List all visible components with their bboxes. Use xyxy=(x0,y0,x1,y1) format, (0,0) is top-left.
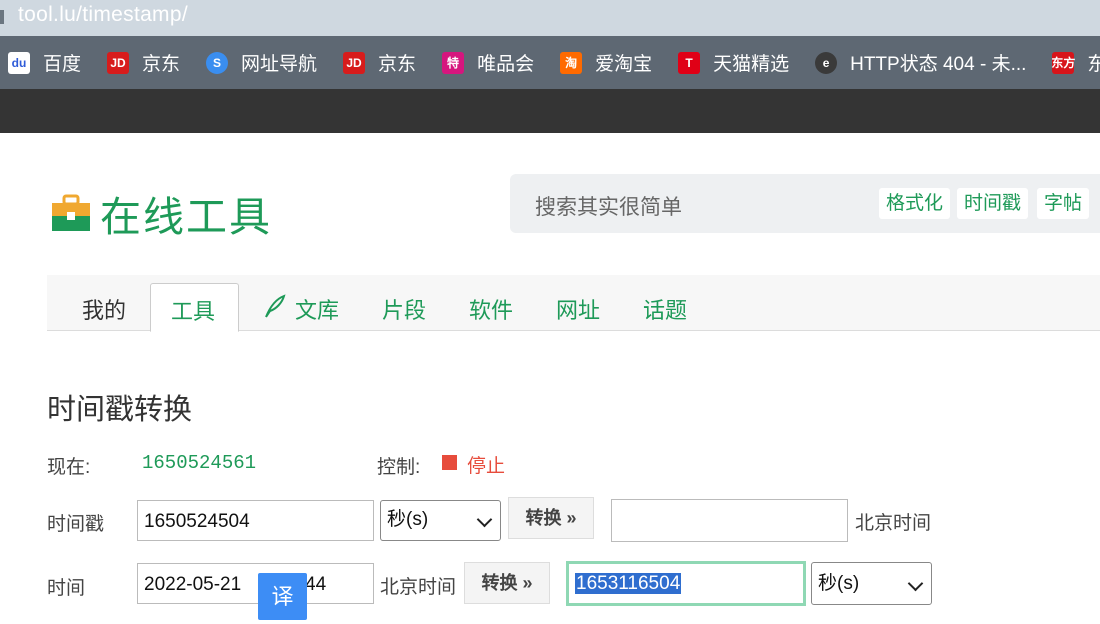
timezone-label: 北京时间 xyxy=(855,513,932,534)
bookmark-label: 京东 xyxy=(378,54,417,75)
bookmark-item[interactable]: T 天猫精选 xyxy=(678,49,789,76)
search-bar[interactable]: 搜索其实很简单 格式化 时间戳 字帖 xyxy=(510,174,1100,233)
site-info-icon[interactable] xyxy=(0,10,4,24)
site-logo[interactable]: 在线工具 xyxy=(52,183,272,243)
bookmark-label: 唯品会 xyxy=(477,54,535,75)
selected-text: 1653116504 xyxy=(575,573,682,594)
jd-icon: JD xyxy=(343,51,366,74)
address-bar[interactable]: tool.lu/timestamp/ xyxy=(0,0,1100,36)
main-nav: 我的 工具 文库 片段 软件 网址 话题 xyxy=(47,275,1100,332)
unit-value: 秒(s) xyxy=(387,509,429,530)
stop-icon[interactable] xyxy=(442,455,457,470)
vip-icon: 特 xyxy=(442,51,465,74)
bookmark-label: 京东 xyxy=(142,54,181,75)
nav-links[interactable]: 网址 xyxy=(556,293,600,325)
nav-snippets[interactable]: 片段 xyxy=(382,293,426,325)
tmall-icon: T xyxy=(678,51,701,74)
toolbar-strip xyxy=(0,89,1100,133)
url-text[interactable]: tool.lu/timestamp/ xyxy=(18,3,188,27)
datetime-value: 2022-05-21 xyxy=(144,574,242,595)
timestamp-input[interactable]: 1650524504 xyxy=(137,500,374,541)
nav-software[interactable]: 软件 xyxy=(469,293,513,325)
chip-format[interactable]: 格式化 xyxy=(879,188,951,219)
bookmark-item[interactable]: JD 京东 xyxy=(343,49,416,76)
stop-button[interactable]: 停止 xyxy=(467,451,505,478)
nav-mine[interactable]: 我的 xyxy=(82,293,126,325)
datetime-label: 时间 xyxy=(47,578,86,599)
page-title: 时间戳转换 xyxy=(47,394,193,426)
datetime-input[interactable]: 2022-05-21 1:44 xyxy=(137,563,374,604)
dftt-icon: 东方 xyxy=(1051,51,1075,74)
bookmark-item[interactable]: e HTTP状态 404 - 未... xyxy=(815,49,1026,76)
unit-value-2: 秒(s) xyxy=(818,573,860,594)
now-timestamp: 1650524561 xyxy=(142,452,257,474)
edge-page-icon: e xyxy=(815,51,838,74)
convert-to-timestamp-button[interactable]: 转换 » xyxy=(464,562,550,604)
result-unit-select[interactable]: 秒(s) xyxy=(811,562,932,605)
timezone-label-2: 北京时间 xyxy=(380,577,457,598)
nav-library[interactable]: 文库 xyxy=(295,293,339,325)
translate-button[interactable]: 译 xyxy=(258,573,307,620)
chevron-down-icon xyxy=(907,575,924,592)
bookmark-item[interactable]: JD 京东 xyxy=(107,49,180,76)
control-label: 控制: xyxy=(377,457,421,478)
nav-site-icon: S xyxy=(206,51,229,74)
bookmark-label: HTTP状态 404 - 未... xyxy=(850,54,1027,75)
bookmark-item[interactable]: 东方东方头条 xyxy=(1051,49,1100,76)
timestamp-label: 时间戳 xyxy=(47,514,105,535)
chip-timestamp[interactable]: 时间戳 xyxy=(957,188,1029,219)
bookmarks-bar: du 百度 JD 京东 S 网址导航 JD 京东特唯品会淘爱淘宝 T 天猫精选 e HTTP状态 40… xyxy=(0,36,1100,89)
search-input[interactable]: 搜索其实很简单 xyxy=(535,191,682,221)
baidu-icon: du xyxy=(8,51,30,74)
now-label: 现在: xyxy=(47,457,91,478)
jd-icon: JD xyxy=(107,51,130,74)
bookmark-item[interactable]: S 网址导航 xyxy=(206,49,317,76)
bookmark-item[interactable]: 特唯品会 xyxy=(442,49,534,76)
timestamp-result-field[interactable]: 1653116504 xyxy=(566,561,806,606)
site-title: 在线工具 xyxy=(100,194,272,240)
quill-icon xyxy=(262,293,288,325)
bookmark-label: 爱淘宝 xyxy=(595,54,653,75)
toolbox-icon xyxy=(52,193,90,233)
bookmark-label: 网址导航 xyxy=(241,54,318,75)
bookmark-label: 百度 xyxy=(43,54,82,75)
nav-topics[interactable]: 话题 xyxy=(643,293,687,325)
bookmark-item[interactable]: du 百度 xyxy=(8,49,81,76)
convert-to-date-button[interactable]: 转换 » xyxy=(508,497,594,539)
date-result-field[interactable] xyxy=(611,499,848,542)
chevron-down-icon xyxy=(476,511,493,528)
bookmark-label: 东方头条 xyxy=(1087,54,1100,75)
nav-tools: 工具 xyxy=(171,299,216,324)
bookmark-label: 天猫精选 xyxy=(713,54,790,75)
taobao-icon: 淘 xyxy=(560,51,583,74)
chip-copybook[interactable]: 字帖 xyxy=(1037,188,1090,219)
nav-tools-tab[interactable]: 工具 xyxy=(150,283,239,332)
bookmark-item[interactable]: 淘爱淘宝 xyxy=(560,49,652,76)
timestamp-unit-select[interactable]: 秒(s) xyxy=(380,500,501,541)
